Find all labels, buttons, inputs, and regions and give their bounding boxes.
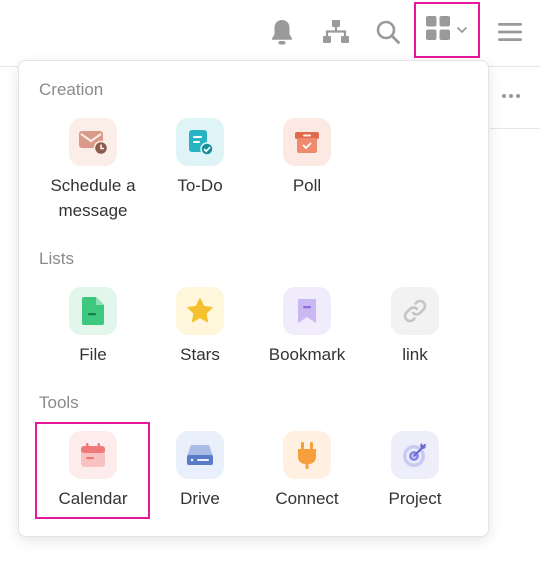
hamburger-menu-icon[interactable] (494, 16, 526, 48)
menu-item-connect[interactable]: Connect (253, 431, 361, 511)
more-options-icon[interactable] (499, 88, 523, 104)
menu-item-todo[interactable]: To-Do (146, 118, 254, 198)
link-icon (391, 287, 439, 335)
divider (490, 128, 540, 129)
section-title-tools: Tools (39, 393, 79, 412)
section-title-lists: Lists (39, 249, 74, 268)
menu-item-drive[interactable]: Drive (146, 431, 254, 511)
apps-grid-icon (426, 15, 450, 45)
chevron-down-icon (456, 21, 468, 39)
menu-item-link[interactable]: link (361, 287, 469, 367)
section-title-creation: Creation (39, 80, 104, 99)
bell-icon[interactable] (266, 16, 298, 48)
menu-item-bookmark[interactable]: Bookmark (253, 287, 361, 367)
menu-item-label: Project (388, 489, 442, 508)
menu-item-project[interactable]: Project (361, 431, 469, 511)
menu-item-calendar[interactable]: Calendar (39, 431, 147, 511)
todo-icon (176, 118, 224, 166)
target-icon (391, 431, 439, 479)
menu-item-label: To-Do (177, 176, 223, 195)
calendar-icon (69, 431, 117, 479)
menu-item-label: Bookmark (268, 345, 346, 364)
menu-item-file[interactable]: File (39, 287, 147, 367)
bookmark-icon (283, 287, 331, 335)
org-chart-icon[interactable] (320, 16, 352, 48)
apps-dropdown-panel: Creation Lists Tools Schedule a message … (18, 60, 489, 537)
menu-item-label: Poll (292, 176, 322, 195)
plug-icon (283, 431, 331, 479)
menu-item-label: link (402, 345, 428, 364)
menu-item-label: File (79, 345, 107, 364)
apps-menu-button[interactable] (414, 2, 480, 58)
file-icon (69, 287, 117, 335)
menu-item-label: Schedule a message (50, 176, 136, 220)
menu-item-schedule-message[interactable]: Schedule a message (39, 118, 147, 223)
poll-icon (283, 118, 331, 166)
top-bar (0, 0, 540, 67)
schedule-message-icon (69, 118, 117, 166)
star-icon (176, 287, 224, 335)
search-icon[interactable] (372, 16, 404, 48)
menu-item-label: Calendar (58, 489, 128, 508)
menu-item-label: Drive (180, 489, 220, 508)
menu-item-label: Stars (180, 345, 220, 364)
menu-item-stars[interactable]: Stars (146, 287, 254, 367)
drive-icon (176, 431, 224, 479)
menu-item-poll[interactable]: Poll (253, 118, 361, 198)
menu-item-label: Connect (275, 489, 339, 508)
